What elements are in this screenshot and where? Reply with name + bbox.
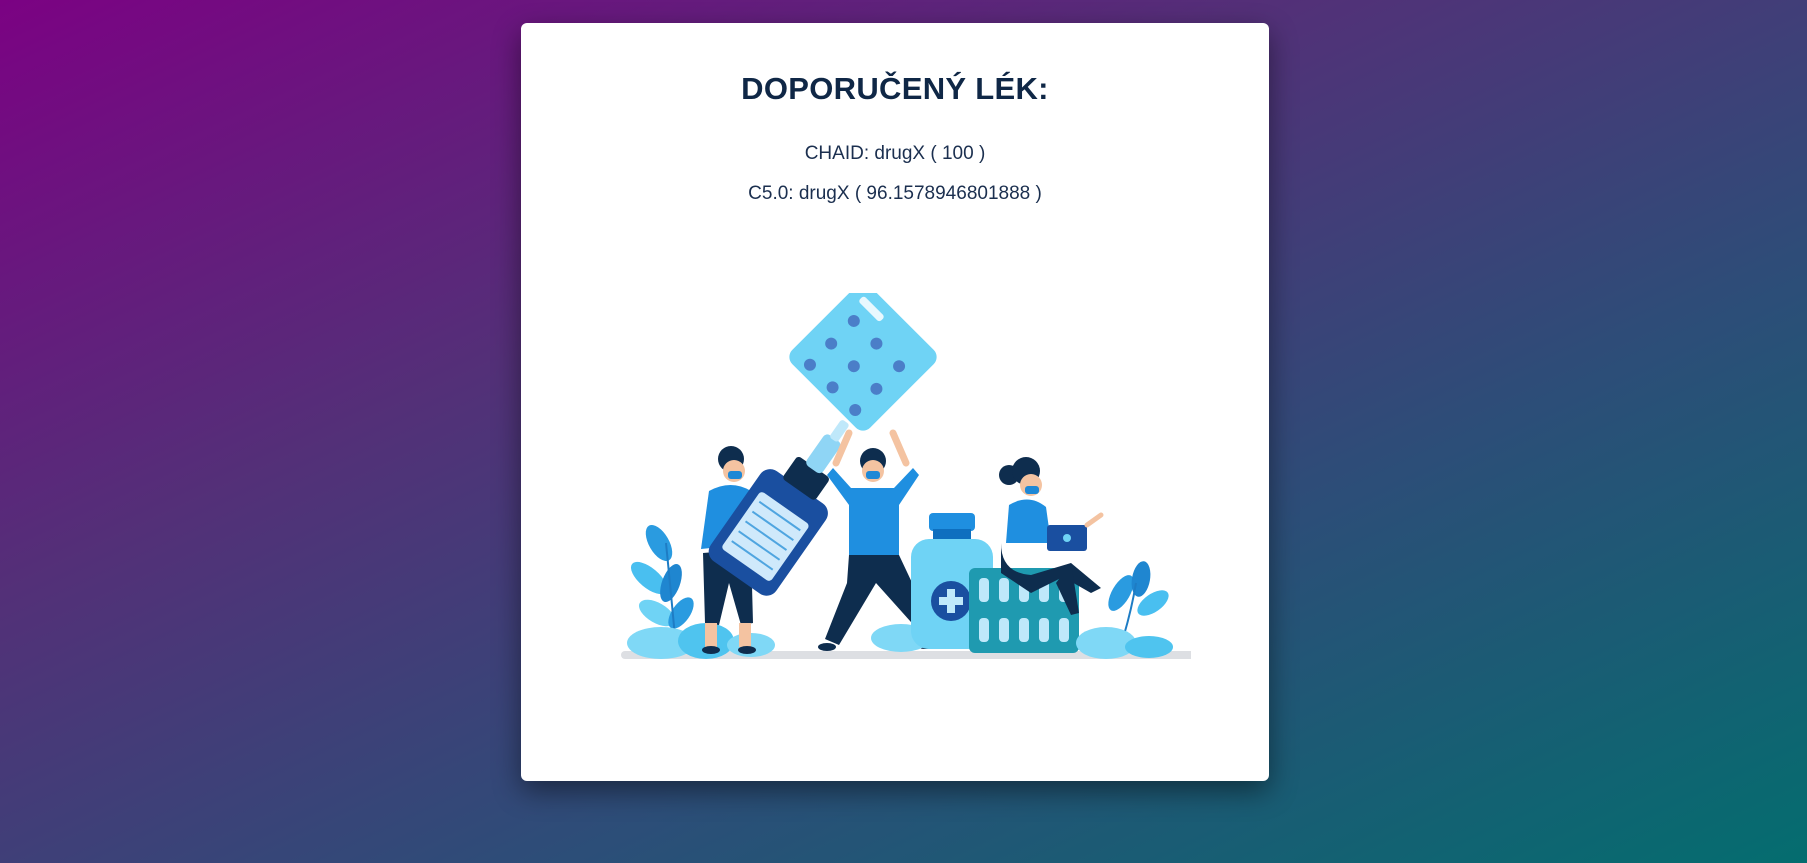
pharmacy-illustration-icon [621,293,1191,659]
result-c50: C5.0: drugX ( 96.1578946801888 ) [748,183,1042,204]
result-chaid: CHAID: drugX ( 100 ) [804,143,986,164]
page-title: DOPORUČENÝ LÉK: [741,71,1049,106]
recommendation-card: DOPORUČENÝ LÉK: CHAID: drugX ( 100 ) C5.… [521,23,1269,781]
right-plant-icon [1076,561,1173,659]
results-list: CHAID: drugX ( 100 ) C5.0: drugX ( 96.15… [521,134,1269,214]
